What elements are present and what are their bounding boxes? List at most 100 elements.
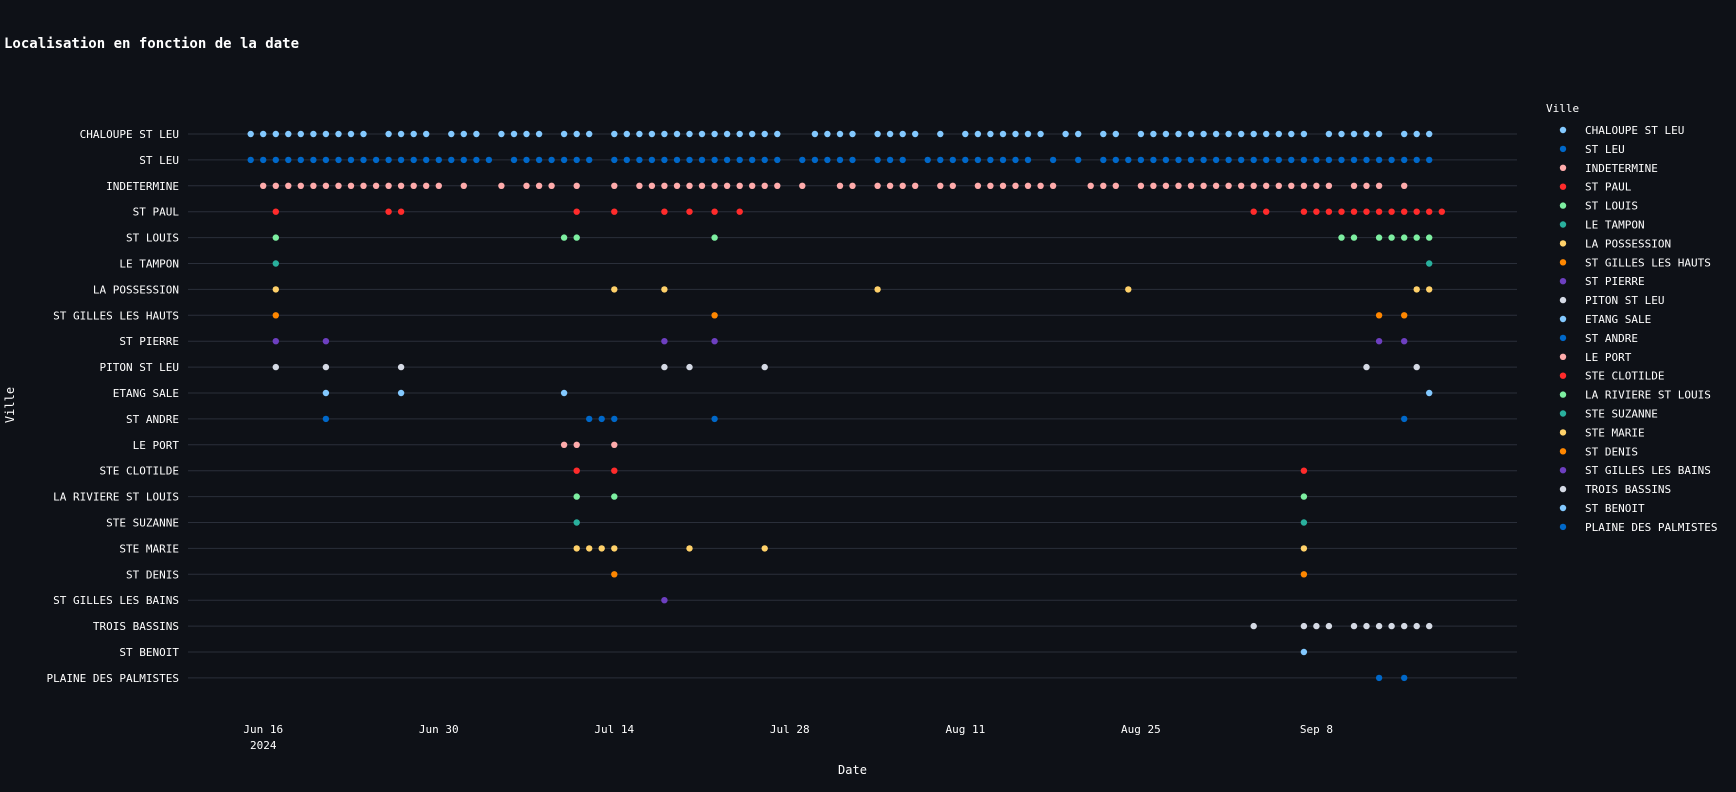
- data-point: [1300, 182, 1308, 189]
- legend-marker: [1559, 429, 1567, 436]
- data-point: [1175, 130, 1182, 138]
- data-point: [1288, 130, 1295, 138]
- y-tick-label: TROIS BASSINS: [93, 620, 179, 633]
- data-point: [1413, 363, 1420, 371]
- data-point: [736, 156, 743, 164]
- data-point: [874, 156, 881, 164]
- data-point: [423, 182, 430, 189]
- legend-marker: [1559, 221, 1567, 228]
- y-tick-label: ST PAUL: [133, 206, 180, 219]
- data-point: [322, 338, 330, 345]
- data-point: [711, 130, 718, 138]
- data-point: [1325, 622, 1333, 630]
- data-point: [1112, 182, 1120, 189]
- data-point: [1388, 208, 1395, 215]
- data-point: [1375, 208, 1383, 215]
- data-point: [1250, 208, 1257, 215]
- data-point: [360, 156, 367, 164]
- data-point: [1300, 130, 1308, 138]
- data-point: [962, 130, 969, 138]
- data-point: [560, 441, 568, 448]
- data-point: [272, 260, 279, 267]
- data-point: [1162, 156, 1170, 164]
- data-point: [1263, 156, 1270, 164]
- data-point: [297, 156, 304, 164]
- data-point: [849, 130, 856, 138]
- data-point: [661, 156, 668, 164]
- legend-marker: [1559, 259, 1567, 266]
- x-tick-label: Aug 25: [1121, 723, 1161, 736]
- data-point: [611, 208, 618, 215]
- data-point: [535, 156, 543, 164]
- data-point: [1350, 156, 1358, 164]
- legend-label: LA POSSESSION: [1585, 237, 1671, 250]
- data-point: [774, 130, 781, 138]
- legend-label: ST LEU: [1585, 143, 1625, 156]
- legend-label: ST GILLES LES BAINS: [1585, 464, 1711, 477]
- data-point: [385, 130, 392, 138]
- data-point: [711, 338, 718, 345]
- data-point: [711, 208, 718, 215]
- data-point: [636, 130, 643, 138]
- data-point: [1300, 622, 1308, 630]
- data-point: [811, 156, 819, 164]
- data-point: [836, 156, 844, 164]
- y-tick-label: ST LOUIS: [126, 232, 179, 245]
- legend-label: ST PIERRE: [1585, 275, 1645, 288]
- data-point: [1250, 156, 1257, 164]
- data-point: [1401, 208, 1408, 215]
- data-point: [523, 182, 530, 189]
- legend-label: ST LOUIS: [1585, 200, 1638, 213]
- data-point: [1375, 182, 1383, 189]
- data-point: [1175, 182, 1182, 189]
- data-point: [1288, 156, 1295, 164]
- data-point: [611, 182, 618, 189]
- data-point: [1012, 182, 1019, 189]
- data-point: [1401, 674, 1408, 682]
- legend-label: STE MARIE: [1585, 426, 1645, 439]
- data-point: [1300, 208, 1308, 215]
- legend-marker: [1559, 353, 1567, 360]
- data-point: [498, 130, 505, 138]
- data-point: [410, 182, 417, 189]
- data-point: [673, 182, 681, 189]
- data-point: [385, 208, 392, 215]
- data-point: [586, 130, 593, 138]
- data-point: [611, 415, 618, 423]
- legend-marker: [1559, 523, 1567, 531]
- data-point: [435, 182, 442, 189]
- data-point: [661, 208, 668, 215]
- data-point: [1300, 156, 1308, 164]
- data-point: [573, 493, 580, 500]
- data-point: [397, 389, 405, 397]
- data-point: [673, 156, 681, 164]
- data-point: [698, 182, 706, 189]
- data-point: [1137, 156, 1145, 164]
- data-point: [1200, 130, 1207, 138]
- data-point: [736, 182, 743, 189]
- data-point: [1313, 208, 1320, 215]
- x-tick-label: Jun 16: [243, 723, 283, 736]
- data-point: [1401, 312, 1408, 319]
- data-point: [749, 182, 756, 189]
- data-point: [1375, 338, 1383, 345]
- data-point: [999, 130, 1007, 138]
- data-point: [586, 156, 593, 164]
- data-point: [1187, 182, 1195, 189]
- data-point: [661, 363, 668, 371]
- legend-label: PLAINE DES PALMISTES: [1585, 521, 1717, 534]
- data-point: [310, 156, 317, 164]
- data-point: [260, 156, 267, 164]
- data-point: [1401, 156, 1408, 164]
- data-point: [335, 156, 342, 164]
- data-point: [1075, 130, 1082, 138]
- x-tick-label: Aug 11: [945, 723, 985, 736]
- data-point: [1012, 130, 1019, 138]
- data-point: [636, 156, 643, 164]
- y-tick-label: CHALOUPE ST LEU: [80, 128, 179, 141]
- data-point: [548, 156, 555, 164]
- data-point: [272, 286, 279, 293]
- data-point: [974, 130, 982, 138]
- data-point: [1325, 182, 1333, 189]
- legend-label: CHALOUPE ST LEU: [1585, 124, 1684, 137]
